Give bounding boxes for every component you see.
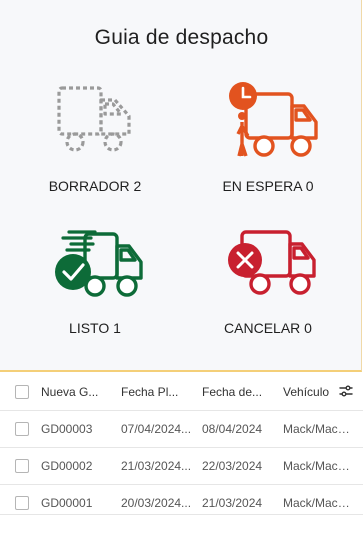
- dispatch-table: Nueva G... Fecha Pl... Fecha de... Vehíc…: [0, 372, 363, 522]
- truck-clock-icon: [229, 82, 318, 157]
- status-label-cancelar: CANCELAR 0: [224, 320, 312, 336]
- cell-fecha-despacho: 22/03/2024: [202, 459, 263, 473]
- status-label-borrador: BORRADOR 2: [48, 178, 142, 194]
- row-checkbox[interactable]: [15, 422, 29, 436]
- truck-cancel-icon: [228, 230, 316, 295]
- status-card-cancelar[interactable]: CANCELAR 0: [188, 226, 348, 376]
- horizontal-scrollbar[interactable]: [0, 514, 363, 546]
- status-label-en-espera: EN ESPERA 0: [222, 178, 314, 194]
- cell-nueva-guia: GD00003: [41, 422, 93, 436]
- status-card-listo[interactable]: LISTO 1: [15, 226, 175, 376]
- dashboard-panel: Guia de despacho BORRADOR 2 EN ESPERA 0 …: [0, 0, 362, 372]
- column-header-fecha-despacho[interactable]: Fecha de...: [202, 372, 272, 412]
- select-all-checkbox[interactable]: [15, 385, 29, 399]
- cell-fecha-planificada: 07/04/2024...: [121, 422, 192, 436]
- page-title: Guia de despacho: [94, 26, 269, 49]
- table-row[interactable]: GD00002 21/03/2024... 22/03/2024 Mack/Ma…: [0, 448, 363, 485]
- status-label-listo: LISTO 1: [69, 320, 121, 336]
- table-row[interactable]: GD00003 07/04/2024... 08/04/2024 Mack/Ma…: [0, 411, 363, 448]
- row-checkbox[interactable]: [15, 459, 29, 473]
- status-card-borrador[interactable]: BORRADOR 2: [15, 82, 175, 232]
- dashed-truck-icon: [57, 86, 131, 152]
- cell-fecha-despacho: 08/04/2024: [202, 422, 263, 436]
- cell-vehiculo: Mack/Mack...: [283, 422, 353, 436]
- cell-vehiculo: Mack/Mack...: [283, 459, 353, 473]
- column-header-fecha-planificada[interactable]: Fecha Pl...: [121, 372, 195, 412]
- sliders-icon[interactable]: [339, 384, 353, 398]
- row-checkbox[interactable]: [15, 496, 29, 510]
- cell-fecha-planificada: 21/03/2024...: [121, 459, 192, 473]
- cell-nueva-guia: GD00002: [41, 459, 93, 473]
- table-header-row: Nueva G... Fecha Pl... Fecha de... Vehíc…: [0, 372, 363, 411]
- truck-check-icon: [55, 230, 143, 297]
- status-card-en-espera[interactable]: EN ESPERA 0: [188, 82, 348, 232]
- column-header-nueva-guia[interactable]: Nueva G...: [41, 372, 113, 412]
- column-header-vehiculo[interactable]: Vehículo: [283, 372, 337, 412]
